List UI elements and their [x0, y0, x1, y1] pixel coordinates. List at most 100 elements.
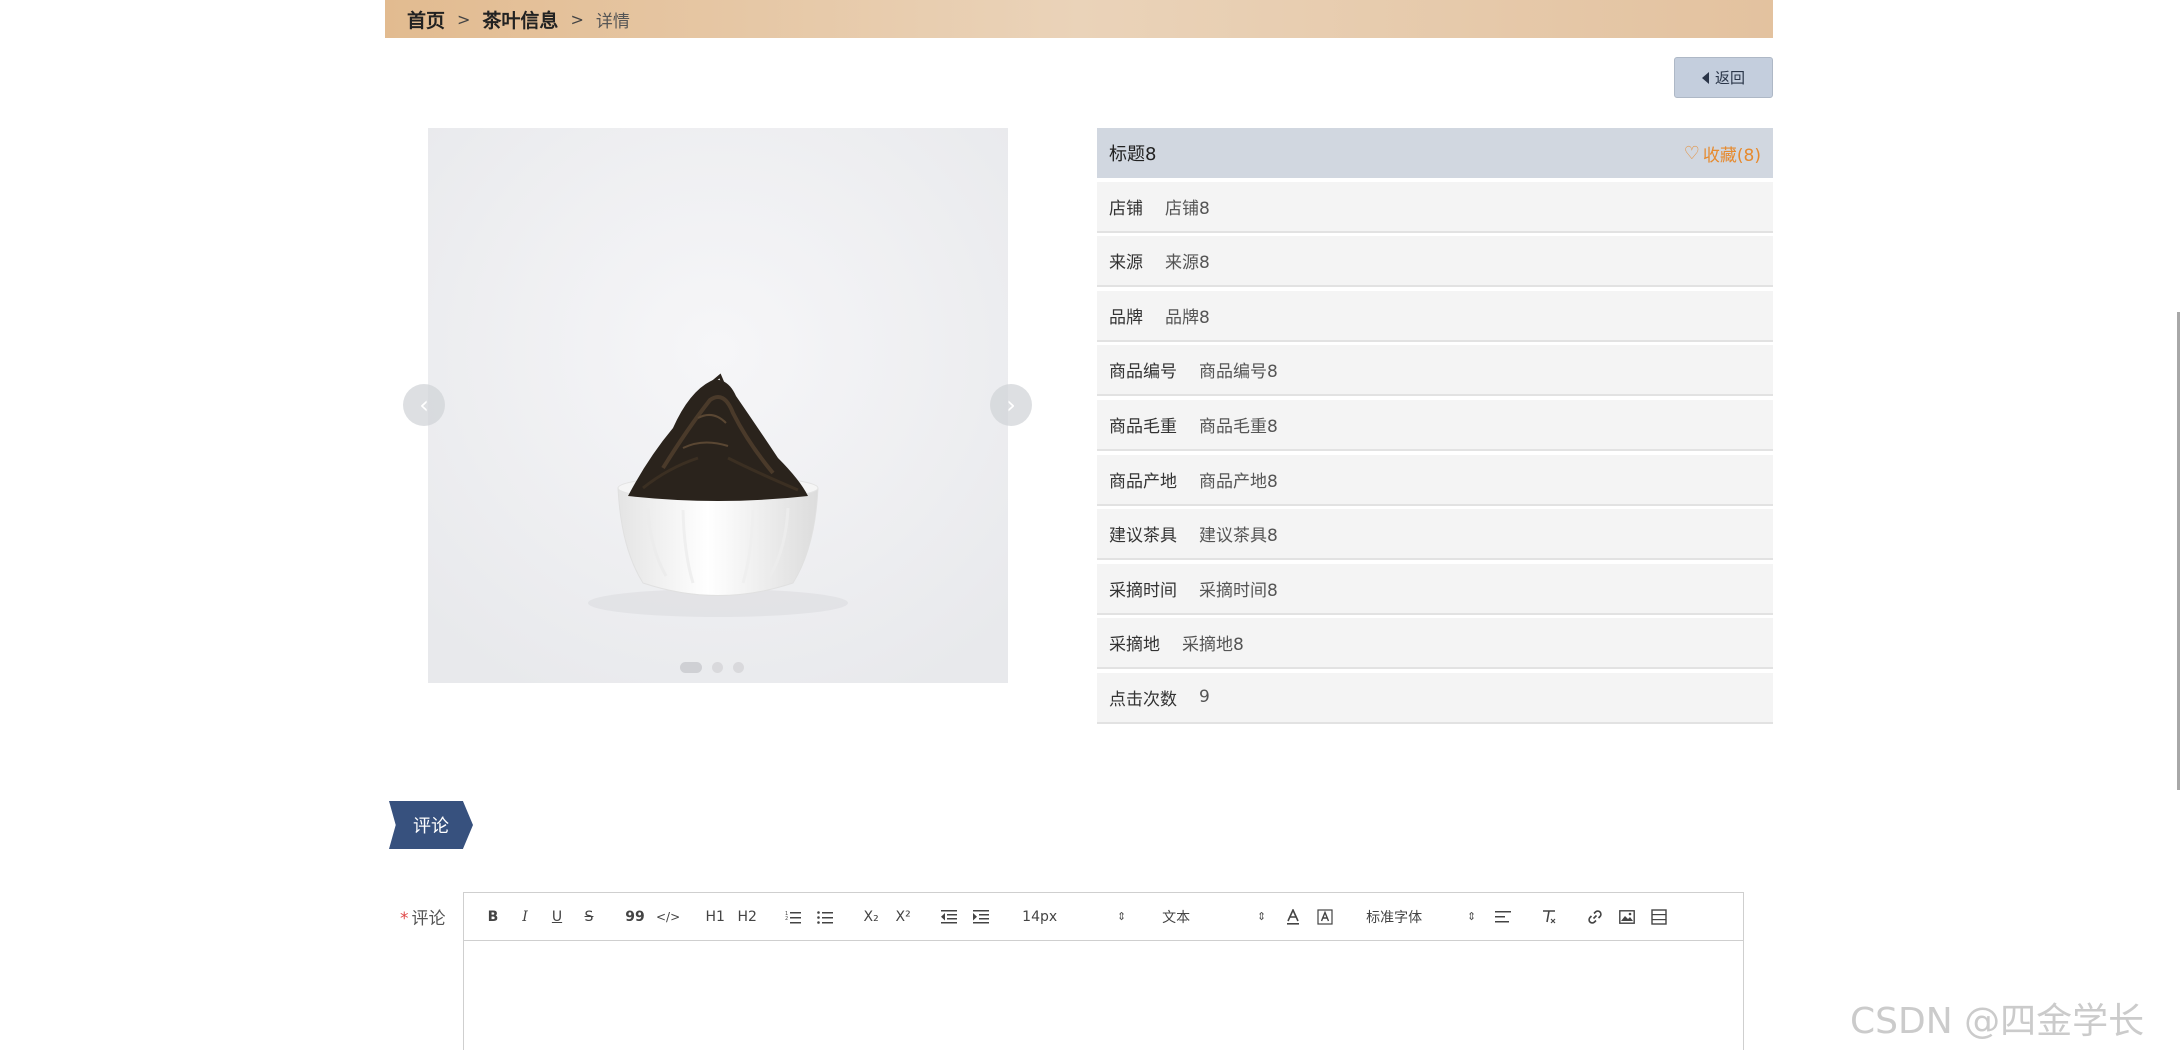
- select-caret-icon: ⇕: [1256, 910, 1267, 923]
- italic-button[interactable]: I: [514, 905, 536, 929]
- field-label: 商品毛重: [1109, 416, 1177, 437]
- subscript-button[interactable]: X₂: [860, 905, 882, 929]
- underline-button[interactable]: U: [546, 905, 568, 929]
- field-label: 店铺: [1109, 198, 1143, 219]
- strikethrough-button[interactable]: S: [578, 905, 600, 929]
- comment-label-text: 评论: [411, 909, 446, 929]
- breadcrumb-separator: >: [457, 9, 471, 29]
- carousel-prev-button[interactable]: ‹: [403, 384, 445, 426]
- align-left-icon: [1495, 910, 1512, 922]
- favorite-label: 收藏(8): [1702, 145, 1761, 166]
- superscript-button[interactable]: X²: [892, 905, 914, 929]
- text-type-value: 文本: [1162, 909, 1191, 926]
- breadcrumb-current: 详情: [595, 11, 630, 32]
- product-field-row: 点击次数 9: [1097, 672, 1773, 724]
- product-title: 标题8: [1109, 144, 1157, 165]
- back-button[interactable]: 返回: [1674, 57, 1773, 98]
- background-color-button[interactable]: [1314, 905, 1336, 929]
- breadcrumb-home-link[interactable]: 首页: [407, 6, 445, 33]
- scrollbar[interactable]: [2177, 312, 2180, 790]
- header-2-button[interactable]: H2: [736, 905, 758, 929]
- comment-section-title: 评论: [413, 816, 449, 837]
- field-label: 建议茶具: [1109, 526, 1177, 547]
- field-label: 品牌: [1109, 307, 1143, 328]
- svg-text:2: 2: [785, 916, 788, 922]
- chevron-right-icon: ›: [1006, 391, 1016, 419]
- product-field-row: 品牌 品牌8: [1097, 290, 1773, 342]
- field-value: 来源8: [1165, 253, 1210, 274]
- field-value: 采摘时间8: [1199, 580, 1278, 601]
- comment-rich-text-editor: B I U S 99 </> H1 H2 1 2 X₂ X² 14px ⇕ 文本…: [463, 892, 1744, 1050]
- comment-section-tag: 评论: [389, 801, 473, 849]
- field-value: 店铺8: [1165, 198, 1210, 219]
- indent-icon: [973, 909, 990, 923]
- link-button[interactable]: [1584, 905, 1606, 929]
- outdent-button[interactable]: [938, 905, 960, 929]
- product-field-row: 商品编号 商品编号8: [1097, 345, 1773, 397]
- bold-button[interactable]: B: [482, 905, 504, 929]
- carousel-indicators: [680, 662, 744, 673]
- product-field-list: 店铺 店铺8 来源 来源8 品牌 品牌8 商品编号 商品编号8 商品毛重 商品毛重8 商品产地 商品产…: [1097, 181, 1773, 724]
- required-mark: *: [400, 909, 409, 929]
- field-value: 采摘地8: [1182, 635, 1244, 656]
- field-label: 商品产地: [1109, 471, 1177, 492]
- product-image-carousel: [428, 128, 1008, 683]
- favorite-button[interactable]: ♡ 收藏(8): [1684, 141, 1761, 166]
- carousel-dot[interactable]: [733, 662, 744, 673]
- video-icon: [1651, 908, 1667, 925]
- field-value: 品牌8: [1165, 307, 1210, 328]
- code-block-button[interactable]: </>: [656, 905, 680, 929]
- field-label: 采摘地: [1109, 635, 1160, 656]
- product-field-row: 店铺 店铺8: [1097, 181, 1773, 233]
- font-size-value: 14px: [1022, 908, 1058, 925]
- product-image: [428, 128, 1008, 683]
- header-1-button[interactable]: H1: [704, 905, 726, 929]
- field-value: 建议茶具8: [1199, 526, 1278, 547]
- caret-left-icon: [1701, 71, 1709, 84]
- field-value: 商品编号8: [1199, 362, 1278, 383]
- clear-format-button[interactable]: [1538, 905, 1560, 929]
- product-field-row: 商品产地 商品产地8: [1097, 454, 1773, 506]
- link-icon: [1588, 909, 1602, 924]
- field-value: 商品毛重8: [1199, 416, 1278, 437]
- field-value: 9: [1199, 687, 1210, 708]
- carousel-dot[interactable]: [712, 662, 723, 673]
- bullet-list-button[interactable]: [814, 905, 836, 929]
- editor-toolbar: B I U S 99 </> H1 H2 1 2 X₂ X² 14px ⇕ 文本…: [464, 893, 1743, 941]
- product-title-bar: 标题8 ♡ 收藏(8): [1097, 128, 1773, 178]
- image-button[interactable]: [1616, 905, 1638, 929]
- back-button-label: 返回: [1714, 69, 1745, 87]
- field-value: 商品产地8: [1199, 471, 1278, 492]
- select-caret-icon: ⇕: [1116, 910, 1127, 923]
- background-color-icon: [1317, 908, 1333, 925]
- field-label: 采摘时间: [1109, 580, 1177, 601]
- product-field-row: 商品毛重 商品毛重8: [1097, 399, 1773, 451]
- font-color-button[interactable]: [1282, 905, 1304, 929]
- product-field-row: 采摘时间 采摘时间8: [1097, 563, 1773, 615]
- field-label: 商品编号: [1109, 362, 1177, 383]
- text-type-select[interactable]: 文本 ⇕: [1162, 905, 1266, 929]
- ordered-list-icon: 1 2: [785, 911, 802, 923]
- video-button[interactable]: [1648, 905, 1670, 929]
- breadcrumb-category-link[interactable]: 茶叶信息: [482, 6, 558, 33]
- font-family-value: 标准字体: [1366, 909, 1423, 926]
- clear-format-icon: [1543, 909, 1556, 923]
- product-field-row: 采摘地 采摘地8: [1097, 618, 1773, 670]
- breadcrumb-separator: >: [570, 9, 584, 29]
- image-icon: [1619, 909, 1636, 924]
- font-size-select[interactable]: 14px ⇕: [1022, 905, 1126, 929]
- watermark: CSDN @四金学长: [1850, 1001, 2145, 1042]
- outdent-icon: [941, 909, 958, 923]
- editor-content-area[interactable]: [464, 941, 1743, 1050]
- align-button[interactable]: [1492, 905, 1514, 929]
- blockquote-button[interactable]: 99: [624, 905, 646, 929]
- comment-field-label: * 评论: [400, 904, 446, 929]
- ordered-list-button[interactable]: 1 2: [782, 905, 804, 929]
- product-field-row: 建议茶具 建议茶具8: [1097, 509, 1773, 561]
- indent-button[interactable]: [970, 905, 992, 929]
- carousel-next-button[interactable]: ›: [990, 384, 1032, 426]
- select-caret-icon: ⇕: [1466, 910, 1477, 923]
- font-family-select[interactable]: 标准字体 ⇕: [1366, 905, 1476, 929]
- carousel-dot[interactable]: [680, 662, 702, 673]
- chevron-left-icon: ‹: [419, 391, 429, 419]
